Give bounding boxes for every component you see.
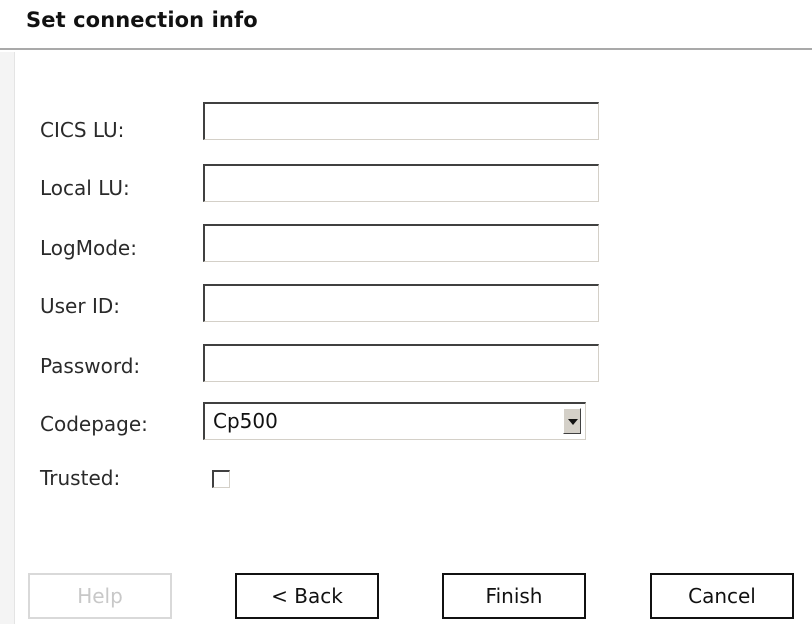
cics-lu-label: CICS LU: [40, 118, 125, 142]
local-lu-label: Local LU: [40, 176, 130, 200]
cancel-button[interactable]: Cancel [650, 573, 794, 619]
trusted-checkbox[interactable] [212, 470, 230, 488]
dialog-left-edge [0, 0, 14, 624]
codepage-label: Codepage: [40, 412, 148, 436]
logmode-label: LogMode: [40, 236, 137, 260]
finish-button[interactable]: Finish [442, 573, 586, 619]
dropdown-button[interactable] [563, 408, 581, 434]
dialog-title: Set connection info [26, 8, 258, 32]
connection-dialog: Set connection info CICS LU: Local LU: L… [0, 0, 812, 624]
codepage-selected-value: Cp500 [213, 409, 278, 433]
password-label: Password: [40, 354, 141, 378]
dialog-left-divider [14, 0, 15, 624]
cics-lu-input[interactable] [203, 102, 599, 140]
password-input[interactable] [203, 344, 599, 382]
logmode-input[interactable] [203, 224, 599, 262]
local-lu-input[interactable] [203, 164, 599, 202]
user-id-input[interactable] [203, 284, 599, 322]
title-divider [0, 48, 812, 50]
codepage-select[interactable]: Cp500 [203, 402, 586, 440]
trusted-label: Trusted: [40, 466, 121, 490]
dialog-header: Set connection info [0, 0, 812, 52]
help-button[interactable]: Help [28, 573, 172, 619]
back-button[interactable]: < Back [235, 573, 379, 619]
user-id-label: User ID: [40, 294, 120, 318]
chevron-down-icon [568, 419, 578, 425]
